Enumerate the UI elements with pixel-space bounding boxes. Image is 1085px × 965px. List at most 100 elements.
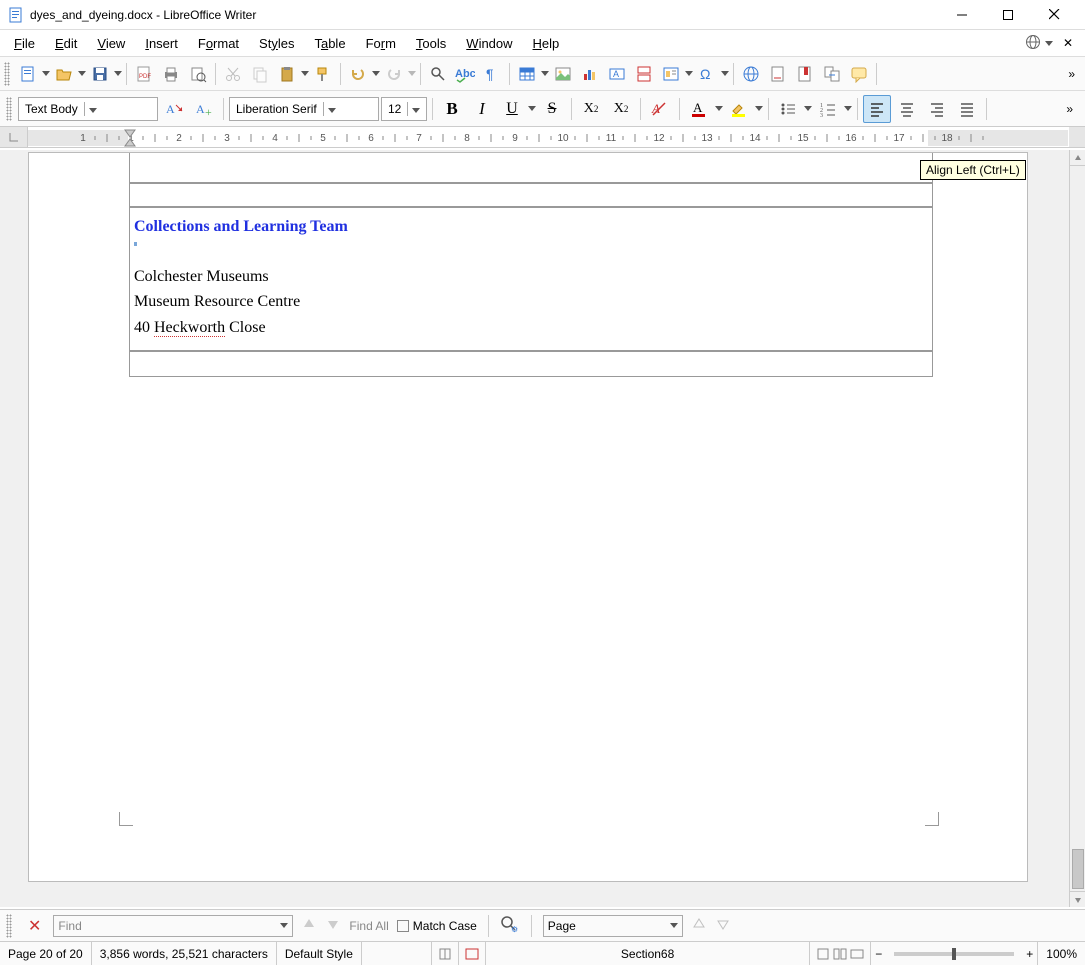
align-right-button[interactable]	[923, 95, 951, 123]
toolbar-grip[interactable]	[6, 97, 12, 121]
minimize-button[interactable]	[939, 0, 985, 30]
find-prev-button[interactable]	[301, 916, 317, 935]
subscript-button[interactable]: X2	[607, 95, 635, 123]
menu-table[interactable]: Table	[306, 33, 353, 54]
zoom-in-button[interactable]: +	[1022, 947, 1037, 961]
undo-dropdown[interactable]	[372, 61, 380, 87]
undo-button[interactable]	[345, 61, 371, 87]
menu-edit[interactable]: Edit	[47, 33, 85, 54]
insert-special-char-button[interactable]: Ω	[694, 61, 720, 87]
new-style-button[interactable]: A+	[190, 95, 218, 123]
insert-textbox-button[interactable]: A	[604, 61, 630, 87]
navigate-by-combo[interactable]: Page	[543, 915, 683, 937]
menu-help[interactable]: Help	[525, 33, 568, 54]
zoom-out-button[interactable]: −	[871, 942, 886, 965]
highlight-dropdown[interactable]	[755, 96, 763, 122]
menu-window[interactable]: Window	[458, 33, 520, 54]
scrollbar-thumb[interactable]	[1072, 849, 1084, 889]
paste-dropdown[interactable]	[301, 61, 309, 87]
close-button[interactable]	[1031, 0, 1077, 30]
status-section[interactable]: Section68	[486, 942, 810, 965]
number-dropdown[interactable]	[844, 96, 852, 122]
menu-file[interactable]: File	[6, 33, 43, 54]
redo-button[interactable]	[381, 61, 407, 87]
toolbar-grip[interactable]	[6, 914, 12, 938]
body-line[interactable]: 40 Heckworth Close	[134, 315, 928, 341]
status-selection-mode[interactable]	[459, 942, 486, 965]
zoom-slider[interactable]	[894, 952, 1014, 956]
insert-table-button[interactable]	[514, 61, 540, 87]
font-size-combo[interactable]: 12	[381, 97, 427, 121]
maximize-button[interactable]	[985, 0, 1031, 30]
menu-styles[interactable]: Styles	[251, 33, 302, 54]
table-dropdown[interactable]	[541, 61, 549, 87]
find-input[interactable]: Find	[53, 915, 293, 937]
align-left-button[interactable]	[863, 95, 891, 123]
status-wordcount[interactable]: 3,856 words, 25,521 characters	[92, 942, 277, 965]
menu-view[interactable]: View	[89, 33, 133, 54]
insert-image-button[interactable]	[550, 61, 576, 87]
toolbar-overflow[interactable]: »	[1060, 102, 1079, 116]
underline-button[interactable]: U	[498, 95, 526, 123]
superscript-button[interactable]: X2	[577, 95, 605, 123]
menu-format[interactable]: Format	[190, 33, 247, 54]
find-all-button[interactable]: Find All	[349, 919, 388, 933]
font-color-button[interactable]: A	[685, 95, 713, 123]
align-center-button[interactable]	[893, 95, 921, 123]
open-button[interactable]	[51, 61, 77, 87]
heading-text[interactable]: Collections and Learning Team	[134, 214, 928, 240]
update-style-button[interactable]: A	[160, 95, 188, 123]
toolbar-grip[interactable]	[4, 62, 10, 86]
insert-bookmark-button[interactable]	[792, 61, 818, 87]
spellcheck-button[interactable]: Abc	[452, 61, 478, 87]
status-view-buttons[interactable]	[810, 942, 871, 965]
menu-insert[interactable]: Insert	[137, 33, 186, 54]
field-dropdown[interactable]	[685, 61, 693, 87]
formatting-marks-button[interactable]: ¶	[479, 61, 505, 87]
zoom-value[interactable]: 100%	[1037, 942, 1085, 965]
redo-dropdown[interactable]	[408, 61, 416, 87]
font-name-combo[interactable]: Liberation Serif	[229, 97, 379, 121]
italic-button[interactable]: I	[468, 95, 496, 123]
paragraph-style-combo[interactable]: Text Body	[18, 97, 158, 121]
find-next-button[interactable]	[325, 916, 341, 935]
close-doc-icon[interactable]: ✕	[1063, 36, 1073, 50]
navigate-next-button[interactable]	[715, 916, 731, 935]
paste-button[interactable]	[274, 61, 300, 87]
status-insert-mode[interactable]	[432, 942, 459, 965]
bullet-dropdown[interactable]	[804, 96, 812, 122]
print-button[interactable]	[158, 61, 184, 87]
save-dropdown[interactable]	[114, 61, 122, 87]
clear-formatting-button[interactable]: A	[646, 95, 674, 123]
match-case-checkbox[interactable]: Match Case	[397, 919, 477, 933]
bold-button[interactable]: B	[438, 95, 466, 123]
insert-field-button[interactable]	[658, 61, 684, 87]
highlight-button[interactable]	[725, 95, 753, 123]
toolbar-overflow[interactable]: »	[1062, 67, 1081, 81]
horizontal-ruler[interactable]: 1123456789101112131415161718	[28, 127, 1069, 147]
align-justify-button[interactable]	[953, 95, 981, 123]
bullet-list-button[interactable]	[774, 95, 802, 123]
status-page[interactable]: Page 20 of 20	[0, 942, 92, 965]
find-replace-button[interactable]	[425, 61, 451, 87]
save-button[interactable]	[87, 61, 113, 87]
insert-footnote-button[interactable]	[765, 61, 791, 87]
insert-cross-ref-button[interactable]	[819, 61, 845, 87]
open-dropdown[interactable]	[78, 61, 86, 87]
find-other-options-button[interactable]: ⚙	[500, 915, 520, 936]
status-pagestyle[interactable]: Default Style	[277, 942, 362, 965]
cut-button[interactable]	[220, 61, 246, 87]
clone-formatting-button[interactable]	[310, 61, 336, 87]
menu-tools[interactable]: Tools	[408, 33, 454, 54]
navigate-prev-button[interactable]	[691, 916, 707, 935]
vertical-scrollbar[interactable]	[1069, 150, 1085, 907]
strikethrough-button[interactable]: S	[538, 95, 566, 123]
ruler-corner[interactable]	[0, 127, 28, 147]
underline-dropdown[interactable]	[528, 96, 536, 122]
font-color-dropdown[interactable]	[715, 96, 723, 122]
insert-hyperlink-button[interactable]	[738, 61, 764, 87]
new-button[interactable]	[15, 61, 41, 87]
document-area[interactable]: Collections and Learning Team Colchester…	[0, 150, 1069, 907]
insert-chart-button[interactable]	[577, 61, 603, 87]
number-list-button[interactable]: 123	[814, 95, 842, 123]
